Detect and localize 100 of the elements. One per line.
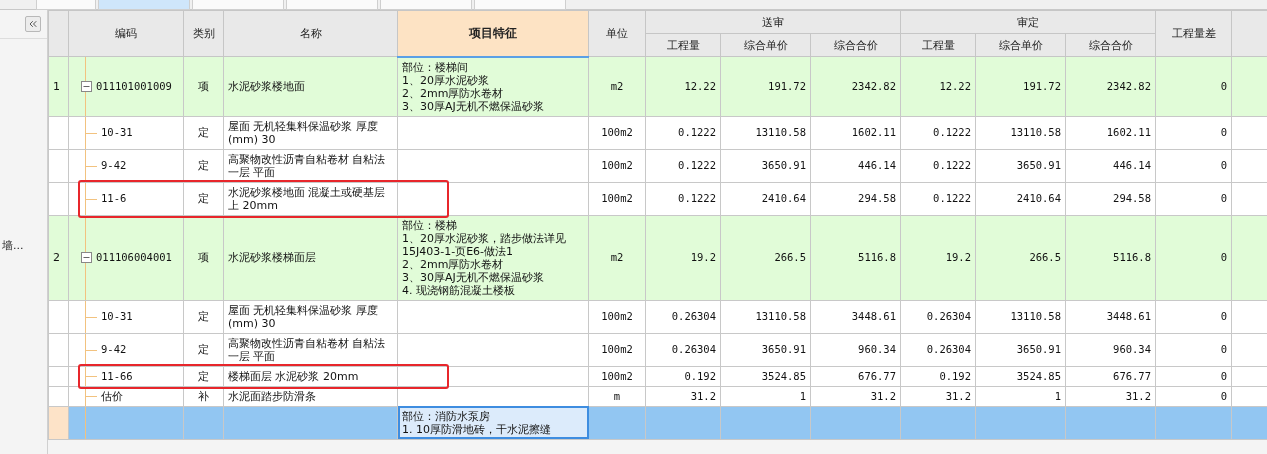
tab[interactable] — [36, 0, 96, 10]
table-cell: 0.1222 — [900, 182, 976, 215]
table-cell: 0.26304 — [645, 300, 721, 333]
table-cell: 960.34 — [810, 333, 901, 366]
table-cell: 1602.11 — [1065, 116, 1156, 149]
feature-line: 3、30厚AJ无机不燃保温砂浆 — [402, 270, 545, 284]
feature-line: 部位：消防水泵房 — [402, 409, 491, 423]
table-cell: 266.5 — [975, 215, 1066, 300]
table-cell: 0 — [1155, 149, 1232, 182]
header-cell: 工程量差 — [1155, 10, 1232, 57]
table-cell: 5116.8 — [810, 215, 901, 300]
table-cell: 1602.11 — [810, 116, 901, 149]
table-cell: 水泥砂浆楼地面 — [223, 56, 398, 116]
table-cell: m2 — [588, 215, 646, 300]
table-cell: 0.26304 — [645, 333, 721, 366]
code-text: 11-6 — [101, 192, 127, 205]
tab[interactable] — [286, 0, 378, 10]
table-cell: 13110.58 — [720, 300, 811, 333]
table-cell: 191.72 — [975, 56, 1066, 116]
table-cell: 0.1222 — [900, 116, 976, 149]
table-cell: 100m2 — [588, 182, 646, 215]
table-cell: 0 — [1155, 333, 1232, 366]
header-cell: 审定 — [900, 10, 1156, 34]
feature-line: 部位：楼梯间 — [402, 60, 469, 74]
table-cell: 294.58 — [1065, 182, 1156, 215]
table-cell: 屋面 无机轻集料保温砂浆 厚度(mm) 30 — [223, 300, 398, 333]
tab[interactable] — [192, 0, 284, 10]
table-cell: 0 — [1155, 300, 1232, 333]
table-cell: 100m2 — [588, 116, 646, 149]
table-cell: m2 — [588, 56, 646, 116]
table-cell: 0.1222 — [900, 149, 976, 182]
table-cell: 3650.91 — [975, 149, 1066, 182]
table-cell: 12.22 — [645, 56, 721, 116]
table-cell: 191.72 — [720, 56, 811, 116]
collapse-button[interactable] — [25, 16, 41, 32]
collapse-icon — [27, 18, 39, 30]
feature-line: 4. 现浇钢筋混凝土楼板 — [402, 283, 516, 297]
table-cell: 0 — [1155, 56, 1232, 116]
header-cell: 项目特征 — [397, 10, 589, 57]
feature-line: 2、2mm厚防水卷材 — [402, 257, 505, 271]
table-cell: 446.14 — [1065, 149, 1156, 182]
table-cell: 项 — [183, 215, 224, 300]
table-cell: 19.2 — [900, 215, 976, 300]
table-cell: 100m2 — [588, 300, 646, 333]
code-text: 10-31 — [101, 126, 133, 139]
table-cell: 0.1222 — [645, 116, 721, 149]
table-cell: 0.1222 — [645, 149, 721, 182]
table-cell: 0 — [1155, 116, 1232, 149]
table-cell: 19.2 — [645, 215, 721, 300]
feature-line: 1、20厚水泥砂浆，踏步做法详见15J403-1-页E6-做法1 — [402, 231, 567, 258]
header-cell: 编码 — [68, 10, 184, 57]
table-cell: 2342.82 — [1065, 56, 1156, 116]
feature-line: 部位：楼梯 — [402, 218, 458, 232]
feature-line: 3、30厚AJ无机不燃保温砂浆 — [402, 99, 545, 113]
table-cell: 3448.61 — [810, 300, 901, 333]
header-cell: 送审 — [645, 10, 901, 34]
table-cell: 5116.8 — [1065, 215, 1156, 300]
table-cell: 13110.58 — [720, 116, 811, 149]
code-text: 011101001009 — [96, 79, 172, 93]
table-cell: 0 — [1155, 182, 1232, 215]
tab[interactable] — [474, 0, 566, 10]
table-cell: 0 — [1155, 215, 1232, 300]
collapse-toggle[interactable] — [81, 252, 92, 263]
feature-line: 2、2mm厚防水卷材 — [402, 86, 505, 100]
table-cell: 屋面 无机轻集料保温砂浆 厚度(mm) 30 — [223, 116, 398, 149]
code-text: 011106004001 — [96, 251, 172, 264]
table-cell: 100m2 — [588, 333, 646, 366]
table-cell: 3650.91 — [720, 149, 811, 182]
table-cell: 446.14 — [810, 149, 901, 182]
code-text: 10-31 — [101, 310, 133, 323]
table-cell: 水泥砂浆楼梯面层 — [223, 215, 398, 300]
table-cell: 294.58 — [810, 182, 901, 215]
code-text: 9-42 — [101, 159, 127, 172]
sidebar-item[interactable]: 墙... — [2, 238, 47, 253]
table-cell: 2342.82 — [810, 56, 901, 116]
table-cell: 0.26304 — [900, 333, 976, 366]
tab[interactable] — [380, 0, 472, 10]
table-cell: 2410.64 — [720, 182, 811, 215]
table-cell: 2410.64 — [975, 182, 1066, 215]
table-cell: 3448.61 — [1065, 300, 1156, 333]
feature-line: 1. 10厚防滑地砖，干水泥擦缝 — [402, 422, 552, 436]
table-cell: 项 — [183, 56, 224, 116]
header-cell: 单位 — [588, 10, 646, 57]
table-cell: 3650.91 — [975, 333, 1066, 366]
tab[interactable] — [98, 0, 190, 10]
collapse-toggle[interactable] — [81, 80, 92, 92]
table-cell: 0.1222 — [645, 182, 721, 215]
header-cell: 类别 — [183, 10, 224, 57]
row-number: 2 — [48, 215, 69, 300]
table-cell: 960.34 — [1065, 333, 1156, 366]
feature-line: 1、20厚水泥砂浆 — [402, 73, 490, 87]
table-cell: 13110.58 — [975, 300, 1066, 333]
table-cell: 0.26304 — [900, 300, 976, 333]
code-text: 9-42 — [101, 343, 127, 356]
table-cell: 3650.91 — [720, 333, 811, 366]
table-cell: 12.22 — [900, 56, 976, 116]
code-text: 11-66 — [101, 369, 133, 383]
table-cell: 13110.58 — [975, 116, 1066, 149]
code-text: 估价 — [101, 389, 123, 403]
header-cell: 名称 — [223, 10, 398, 57]
